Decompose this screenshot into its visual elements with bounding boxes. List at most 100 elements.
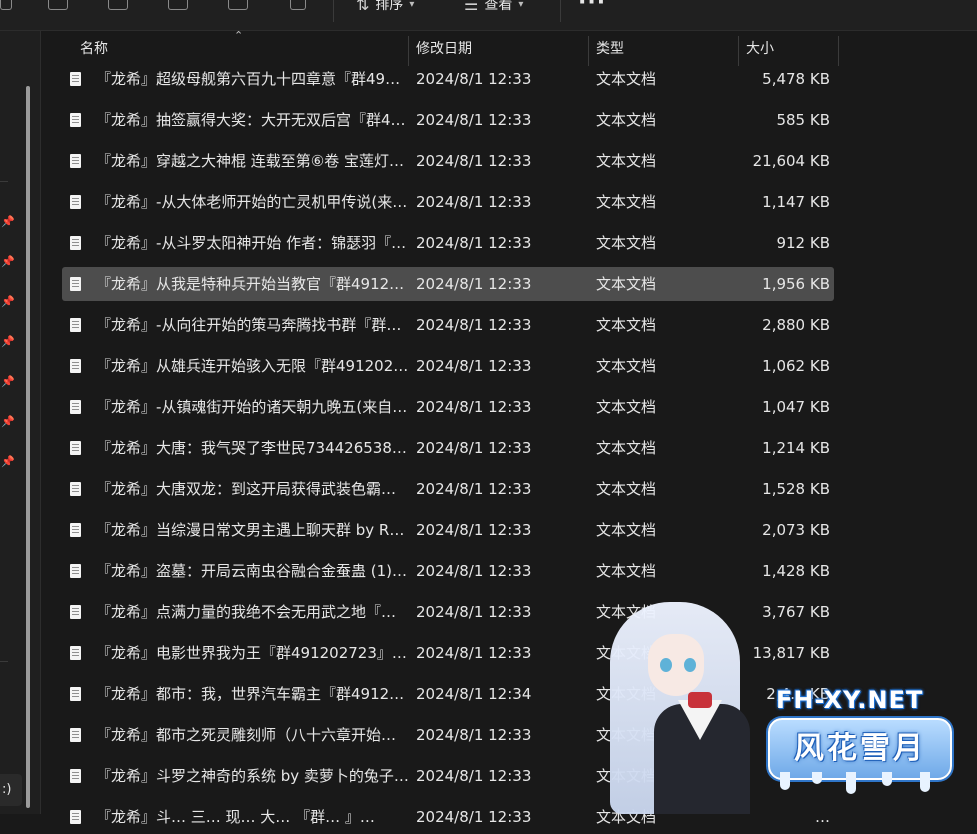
text-file-icon [70, 605, 81, 619]
navigation-scrollbar[interactable] [26, 86, 30, 808]
text-file-icon [70, 687, 81, 701]
file-size: 1,214 KB [762, 439, 830, 457]
file-name: 『龙希』斗罗之神奇的系统 by 卖萝卜的兔子… [96, 767, 409, 785]
pin-icon[interactable]: 📌 [1, 295, 15, 308]
text-file-icon [70, 728, 81, 742]
file-row[interactable]: 『龙希』当综漫日常文男主遇上聊天群 by R… 2024/8/1 12:33 文本文… [62, 513, 834, 547]
file-date: 2024/8/1 12:33 [416, 111, 532, 129]
file-type: 文本文档 [596, 521, 657, 539]
toolbar-divider [560, 0, 561, 22]
text-file-icon [70, 769, 81, 783]
pin-icon[interactable]: 📌 [1, 455, 15, 468]
column-header-type[interactable]: 类型 [596, 32, 624, 66]
file-name: 『龙希』大唐双龙：到这开局获得武装色霸… [96, 480, 397, 498]
file-size: 5,478 KB [762, 70, 830, 88]
nav-item-partial[interactable]: :) [0, 774, 22, 806]
file-row[interactable]: 『龙希』穿越之大神棍 连载至第⑥卷 宝莲灯… 2024/8/1 12:33 文本文档… [62, 144, 834, 178]
file-date: 2024/8/1 12:33 [416, 193, 532, 211]
text-file-icon [70, 441, 81, 455]
file-date: 2024/8/1 12:33 [416, 234, 532, 252]
more-options-button[interactable]: ··· [578, 0, 606, 15]
pin-icon[interactable]: 📌 [1, 375, 15, 388]
file-size: 1,528 KB [762, 480, 830, 498]
sort-icon: ⇅ [356, 0, 370, 14]
file-type: 文本文档 [596, 316, 657, 334]
file-row[interactable]: 『龙希』从我是特种兵开始当教官『群4912… 2024/8/1 12:33 文本文档… [62, 267, 834, 301]
copy-icon[interactable] [48, 0, 68, 10]
file-name: 『龙希』斗… 三… 现… 大… 『群… 』… [96, 808, 375, 826]
file-size: 1,147 KB [762, 193, 830, 211]
file-date: 2024/8/1 12:33 [416, 316, 532, 334]
file-row[interactable]: 『龙希』从雄兵连开始骇入无限『群491202… 2024/8/1 12:33 文本文… [62, 349, 834, 383]
text-file-icon [70, 113, 81, 127]
column-header-row: ⌃ 名称 修改日期 类型 大小 [60, 29, 840, 66]
file-date: 2024/8/1 12:33 [416, 726, 532, 744]
file-date: 2024/8/1 12:33 [416, 70, 532, 88]
file-row[interactable]: 『龙希』抽签赢得大奖：大开无双后宫『群4… 2024/8/1 12:33 文本文档 5… [62, 103, 834, 137]
file-type: 文本文档 [596, 111, 657, 129]
file-type: 文本文档 [596, 439, 657, 457]
file-name: 『龙希』盗墓：开局云南虫谷融合金蚕蛊 (1)… [96, 562, 408, 580]
text-file-icon [70, 195, 81, 209]
text-file-icon [70, 359, 81, 373]
file-row[interactable]: 『龙希』超级母舰第六百九十四章意『群49… 2024/8/1 12:33 文本文档 5… [62, 62, 834, 96]
icicle-decoration [920, 772, 930, 792]
file-date: 2024/8/1 12:33 [416, 644, 532, 662]
file-name: 『龙希』从雄兵连开始骇入无限『群491202… [96, 357, 409, 375]
column-resize-handle[interactable] [838, 36, 839, 66]
file-date: 2024/8/1 12:33 [416, 152, 532, 170]
copy-icon[interactable] [0, 0, 12, 10]
file-name: 『龙希』都市之死灵雕刻师（八十六章开始… [96, 726, 397, 744]
icicle-decoration [780, 772, 790, 790]
file-type: 文本文档 [596, 480, 657, 498]
pin-icon[interactable]: 📌 [1, 335, 15, 348]
text-file-icon [70, 482, 81, 496]
pin-icon[interactable]: 📌 [1, 215, 15, 228]
watermark-banner-text: 风花雪月 [794, 731, 926, 766]
file-name: 『龙希』抽签赢得大奖：大开无双后宫『群4… [96, 111, 406, 129]
text-file-icon [70, 318, 81, 332]
file-name: 『龙希』大唐：我气哭了李世民734426538… [96, 439, 407, 457]
delete-icon[interactable] [290, 0, 306, 10]
text-file-icon [70, 154, 81, 168]
file-type: 文本文档 [596, 70, 657, 88]
column-header-name[interactable]: 名称 [80, 32, 108, 66]
file-row[interactable]: 『龙希』-从向往开始的策马奔腾找书群『群… 2024/8/1 12:33 文本文档 2… [62, 308, 834, 342]
file-row[interactable]: 『龙希』大唐：我气哭了李世民734426538… 2024/8/1 12:33 文本… [62, 431, 834, 465]
file-type: 文本文档 [596, 152, 657, 170]
watermark-logo: FH-XY.NET 风花雪月 [590, 596, 970, 814]
sort-button[interactable]: ⇅ 排序 ▾ [356, 0, 414, 14]
text-file-icon [70, 810, 81, 824]
file-date: 2024/8/1 12:33 [416, 275, 532, 293]
file-name: 『龙希』超级母舰第六百九十四章意『群49… [96, 70, 401, 88]
file-row[interactable]: 『龙希』盗墓：开局云南虫谷融合金蚕蛊 (1)… 2024/8/1 12:33 文本文… [62, 554, 834, 588]
file-date: 2024/8/1 12:33 [416, 521, 532, 539]
file-name: 『龙希』-从向往开始的策马奔腾找书群『群… [96, 316, 402, 334]
text-file-icon [70, 523, 81, 537]
file-type: 文本文档 [596, 562, 657, 580]
file-row[interactable]: 『龙希』大唐双龙：到这开局获得武装色霸… 2024/8/1 12:33 文本文档 1,… [62, 472, 834, 506]
file-size: 2,880 KB [762, 316, 830, 334]
column-header-size[interactable]: 大小 [746, 32, 774, 66]
file-row[interactable]: 『龙希』-从镇魂街开始的诸天朝九晚五(来自… 2024/8/1 12:33 文本文档… [62, 390, 834, 424]
file-row[interactable]: 『龙希』-从斗罗太阳神开始 作者：锦瑟羽『… 2024/8/1 12:33 文本文档… [62, 226, 834, 260]
text-file-icon [70, 277, 81, 291]
text-file-icon [70, 400, 81, 414]
view-button[interactable]: ☰ 查看 ▾ [464, 0, 523, 14]
paste-icon[interactable] [108, 0, 128, 10]
file-date: 2024/8/1 12:34 [416, 685, 532, 703]
file-name: 『龙希』-从斗罗太阳神开始 作者：锦瑟羽『… [96, 234, 407, 252]
pin-icon[interactable]: 📌 [1, 255, 15, 268]
file-name: 『龙希』电影世界我为王『群491202723』… [96, 644, 407, 662]
file-row[interactable]: 『龙希』-从大体老师开始的亡灵机甲传说(来… 2024/8/1 12:33 文本文档… [62, 185, 834, 219]
nav-divider [0, 661, 8, 662]
rename-icon[interactable] [168, 0, 188, 10]
column-header-date[interactable]: 修改日期 [416, 32, 472, 66]
file-size: 1,047 KB [762, 398, 830, 416]
file-name: 『龙希』都市：我，世界汽车霸主『群4912… [96, 685, 405, 703]
file-date: 2024/8/1 12:33 [416, 562, 532, 580]
share-icon[interactable] [228, 0, 248, 10]
pin-icon[interactable]: 📌 [1, 415, 15, 428]
mascot-eye [684, 658, 696, 672]
file-name: 『龙希』从我是特种兵开始当教官『群4912… [96, 275, 405, 293]
